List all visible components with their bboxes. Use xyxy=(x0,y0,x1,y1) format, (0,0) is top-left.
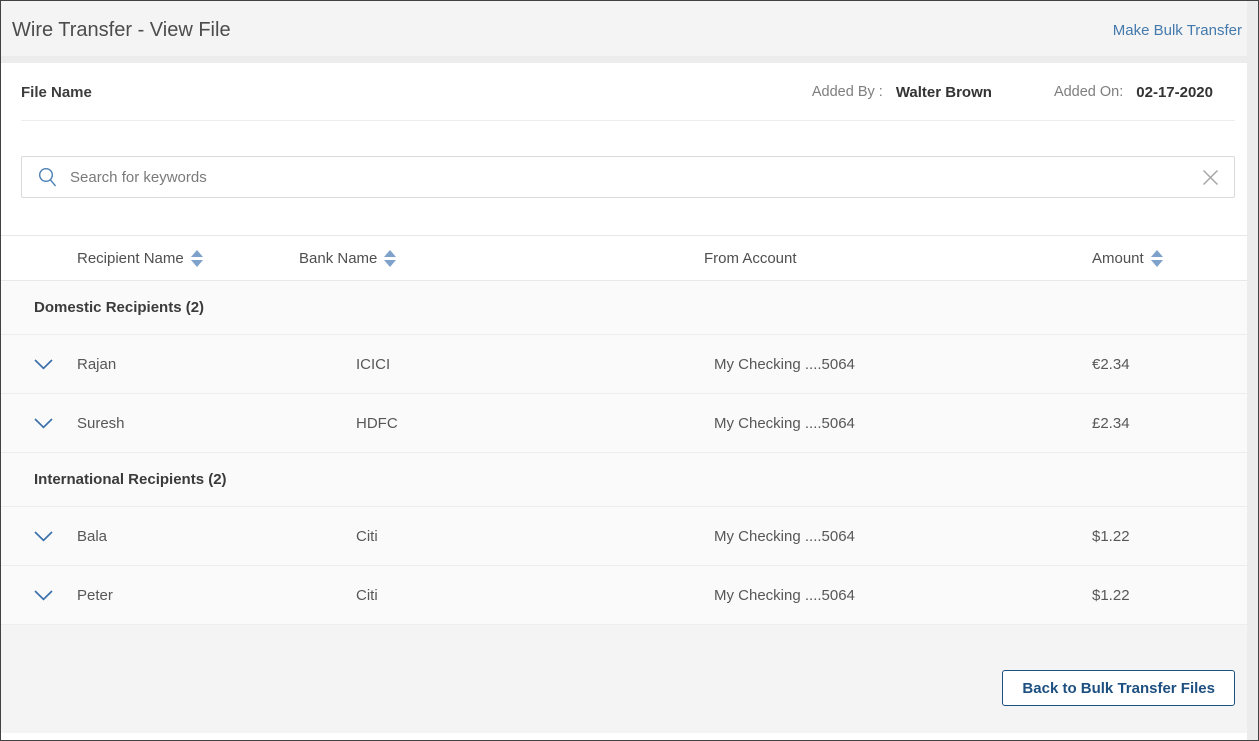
recipient-name-cell: Bala xyxy=(77,528,299,545)
footer-bar: Back to Bulk Transfer Files xyxy=(1,625,1258,733)
group-header-domestic-recipients: Domestic Recipients (2) xyxy=(1,281,1258,335)
group-label: International Recipients (2) xyxy=(34,471,227,488)
search-bar xyxy=(21,156,1235,198)
added-by-value: Walter Brown xyxy=(896,84,992,101)
scrollbar-track[interactable] xyxy=(1247,1,1258,740)
column-label: From Account xyxy=(704,250,797,267)
column-header-amount[interactable]: Amount xyxy=(1092,250,1235,267)
back-to-bulk-transfer-files-button[interactable]: Back to Bulk Transfer Files xyxy=(1002,670,1235,706)
column-label: Bank Name xyxy=(299,250,377,267)
table-body: Domestic Recipients (2) Rajan ICICI My C… xyxy=(1,281,1258,625)
column-label: Recipient Name xyxy=(77,250,184,267)
added-by: Added By : Walter Brown xyxy=(812,84,992,101)
column-label: Amount xyxy=(1092,250,1144,267)
file-info-row: File Name Added By : Walter Brown Added … xyxy=(1,63,1258,121)
chevron-down-icon[interactable] xyxy=(21,590,77,601)
added-by-label: Added By : xyxy=(812,84,883,100)
chevron-down-icon[interactable] xyxy=(21,359,77,370)
chevron-down-icon[interactable] xyxy=(21,418,77,429)
added-on-label: Added On: xyxy=(1054,84,1123,100)
group-header-international-recipients: International Recipients (2) xyxy=(1,453,1258,507)
sort-icon[interactable] xyxy=(191,250,203,267)
bank-name-cell: Citi xyxy=(299,587,704,604)
table-row[interactable]: Rajan ICICI My Checking ....5064 €2.34 xyxy=(1,335,1258,394)
amount-cell: $1.22 xyxy=(1092,587,1235,604)
from-account-cell: My Checking ....5064 xyxy=(704,587,1092,604)
make-bulk-transfer-link[interactable]: Make Bulk Transfer xyxy=(1113,22,1242,39)
search-input[interactable] xyxy=(70,169,1202,186)
table-row[interactable]: Suresh HDFC My Checking ....5064 £2.34 xyxy=(1,394,1258,453)
table-row[interactable]: Peter Citi My Checking ....5064 $1.22 xyxy=(1,566,1258,625)
from-account-cell: My Checking ....5064 xyxy=(704,415,1092,432)
search-icon xyxy=(38,167,57,187)
amount-cell: £2.34 xyxy=(1092,415,1235,432)
added-on-value: 02-17-2020 xyxy=(1136,84,1213,101)
column-header-bank-name[interactable]: Bank Name xyxy=(299,250,704,267)
file-name-label: File Name xyxy=(21,84,92,101)
added-on: Added On: 02-17-2020 xyxy=(1054,84,1213,101)
sort-icon[interactable] xyxy=(384,250,396,267)
column-header-from-account: From Account xyxy=(704,250,1092,267)
page-title: Wire Transfer - View File xyxy=(12,19,231,42)
sort-icon[interactable] xyxy=(1151,250,1163,267)
amount-cell: $1.22 xyxy=(1092,528,1235,545)
wire-transfer-view-file-page: Wire Transfer - View File Make Bulk Tran… xyxy=(0,0,1259,741)
recipient-name-cell: Peter xyxy=(77,587,299,604)
recipient-name-cell: Suresh xyxy=(77,415,299,432)
chevron-down-icon[interactable] xyxy=(21,531,77,542)
from-account-cell: My Checking ....5064 xyxy=(704,356,1092,373)
table-row[interactable]: Bala Citi My Checking ....5064 $1.22 xyxy=(1,507,1258,566)
group-label: Domestic Recipients (2) xyxy=(34,299,204,316)
recipient-name-cell: Rajan xyxy=(77,356,299,373)
file-info-meta: Added By : Walter Brown Added On: 02-17-… xyxy=(812,84,1213,101)
amount-cell: €2.34 xyxy=(1092,356,1235,373)
table-header-row: Recipient Name Bank Name From Account Am… xyxy=(1,235,1258,281)
bank-name-cell: ICICI xyxy=(299,356,704,373)
clear-search-icon[interactable] xyxy=(1202,169,1219,186)
from-account-cell: My Checking ....5064 xyxy=(704,528,1092,545)
column-header-recipient-name[interactable]: Recipient Name xyxy=(77,250,299,267)
bank-name-cell: HDFC xyxy=(299,415,704,432)
bank-name-cell: Citi xyxy=(299,528,704,545)
title-band: Wire Transfer - View File Make Bulk Tran… xyxy=(1,1,1258,63)
